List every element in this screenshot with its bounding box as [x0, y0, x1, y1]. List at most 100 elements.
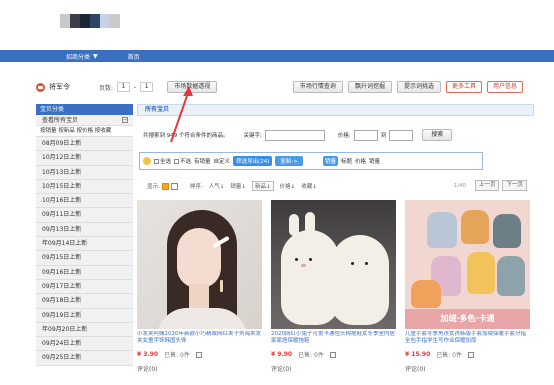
- product-checkbox[interactable]: [329, 351, 336, 358]
- sort-price[interactable]: 价格↓: [280, 182, 296, 190]
- product-sold: 已售: 0件: [164, 352, 190, 359]
- page-info: 1/40: [453, 182, 466, 189]
- brand: 将军令: [36, 82, 98, 92]
- product-comments[interactable]: 评论(0): [137, 364, 262, 373]
- product-sold: 已售: 0件: [298, 352, 324, 359]
- keyword-input[interactable]: [264, 129, 325, 141]
- product-title[interactable]: 小发夹阿姨2020年新款小巧精致网红夹子刘海夹发夹女童手饰韩国头饰: [137, 331, 262, 347]
- brand-logo-icon: [36, 82, 45, 92]
- sort-popularity[interactable]: 人气↓: [209, 182, 225, 190]
- product-image[interactable]: [137, 200, 262, 329]
- sidebar-item[interactable]: 09月11日上新: [36, 208, 133, 223]
- sidebar-item[interactable]: 08月09日上新: [36, 137, 133, 152]
- page-label: 页数:: [99, 84, 114, 92]
- product-title[interactable]: 2020网红小兔子可爱卡通包头棉拖鞋女冬季室内居家家居保暖拖鞋: [271, 331, 396, 347]
- product-title[interactable]: 儿童手套冬季男孩女孩韩版手套加绒保暖手套分指全包手指学生写作业保暖加厚: [405, 331, 530, 347]
- sort-label: 排序:: [189, 184, 203, 190]
- toolbar-right: 市场行情查询 飘升词挖掘 提示词挑选 更多工具 用户信息: [292, 81, 523, 93]
- product-price: ¥ 9.90: [271, 351, 293, 358]
- category-sidebar: 宝贝分类 查看所有宝贝 − 按销量 按新品 按价格 按收藏 08月09日上新 1…: [36, 104, 133, 385]
- annotation-arrow: [170, 86, 193, 143]
- next-page-button[interactable]: 下一页: [502, 180, 527, 191]
- market-query-button[interactable]: 市场行情查询: [292, 81, 343, 93]
- title-option[interactable]: 标题: [341, 157, 352, 165]
- sidebar-item[interactable]: 09月18日上新: [36, 294, 133, 309]
- main-panel: 所有宝贝 共搜索到 949 个符合条件的商品。 关键字: 价格: 到 搜索 全选…: [137, 104, 534, 385]
- sort-sales[interactable]: 销量↓: [230, 182, 246, 190]
- product-comments[interactable]: 评论(0): [271, 364, 396, 373]
- sidebar-item[interactable]: 10月13日上新: [36, 165, 133, 180]
- search-button[interactable]: 搜索: [422, 129, 453, 141]
- display-label: 显示:: [147, 184, 160, 190]
- sidebar-header: 宝贝分类: [36, 104, 133, 115]
- brand-name: 将军令: [49, 83, 70, 91]
- keyword-mining-button[interactable]: 飘升词挖掘: [347, 81, 392, 93]
- product-card[interactable]: 小发夹阿姨2020年新款小巧精致网红夹子刘海夹发夹女童手饰韩国头饰 ¥ 3.90…: [137, 200, 262, 385]
- sidebar-sort-links[interactable]: 按销量 按新品 按价格 按收藏: [36, 126, 133, 137]
- sidebar-all-items[interactable]: 查看所有宝贝 −: [36, 115, 133, 126]
- emoji-icon: [143, 157, 151, 165]
- site-logo: [60, 14, 120, 28]
- price-max-input[interactable]: [389, 129, 414, 141]
- sidebar-item[interactable]: 10月12日上新: [36, 151, 133, 166]
- custom-link[interactable]: 自定义: [214, 157, 231, 165]
- sidebar-item[interactable]: 年09月14日上新: [36, 237, 133, 252]
- sidebar-item[interactable]: 09月19日上新: [36, 308, 133, 323]
- sort-favorites[interactable]: 收藏↓: [301, 182, 317, 190]
- has-sales-link[interactable]: 有销量: [194, 157, 211, 165]
- nav-home-link[interactable]: 首页: [128, 52, 140, 61]
- page-separator: -: [134, 83, 137, 91]
- user-info-button[interactable]: 用户信息: [486, 81, 523, 93]
- price-label: 价格:: [337, 133, 351, 139]
- sidebar-item[interactable]: 年09月20日上新: [36, 322, 133, 338]
- top-nav-bar: 招商分类 ▼ 首页: [0, 50, 554, 62]
- product-image[interactable]: 加绒·多色·卡通: [405, 200, 530, 329]
- keyword-select-button[interactable]: 提示词挑选: [396, 81, 441, 93]
- export-button[interactable]: 筛选导出(24): [233, 156, 273, 166]
- price-row: ¥ 9.90 已售: 0件: [271, 350, 396, 359]
- sidebar-item[interactable]: 09月25日上新: [36, 351, 133, 366]
- grid-view-icon[interactable]: [161, 182, 169, 190]
- select-all-link[interactable]: 全选: [154, 157, 171, 165]
- product-image[interactable]: [271, 200, 396, 329]
- product-sold: 已售: 0件: [436, 352, 462, 359]
- sales-toggle[interactable]: 销量: [322, 156, 338, 166]
- chevron-down-icon: ▼: [93, 52, 98, 60]
- product-checkbox[interactable]: [195, 351, 202, 358]
- sidebar-item[interactable]: 09月13日上新: [36, 222, 133, 238]
- product-checkbox[interactable]: [468, 351, 474, 358]
- price-row: ¥ 3.90 已售: 0件: [137, 350, 262, 359]
- product-card[interactable]: 2020网红小兔子可爱卡通包头棉拖鞋女冬季室内居家家居保暖拖鞋 ¥ 9.90 已…: [271, 200, 396, 385]
- sidebar-item[interactable]: 10月15日上新: [36, 179, 133, 195]
- product-banner: 加绒·多色·卡通: [405, 309, 530, 329]
- product-price: ¥ 3.90: [137, 351, 159, 358]
- sidebar-item[interactable]: 09月15日上新: [36, 251, 133, 266]
- filter-bar: 全选 不选 有销量 自定义 筛选导出(24) 复制-> 销量 标题 价格 销量: [139, 152, 483, 170]
- sort-new[interactable]: 新品↓: [251, 181, 274, 191]
- price-row: ¥ 15.90 已售: 0件: [405, 350, 530, 359]
- toolbar: 将军令 页数: 1 - 1 市场数据透视 市场行情查询 飘升词挖掘 提示词挑选 …: [36, 77, 523, 97]
- list-view-icon[interactable]: [170, 182, 178, 190]
- product-comments[interactable]: 评论(0): [405, 364, 530, 373]
- nav-category-menu[interactable]: 招商分类 ▼: [66, 52, 98, 61]
- keyword-label: 关键字:: [243, 133, 262, 139]
- sidebar-item[interactable]: 09月24日上新: [36, 337, 133, 352]
- product-card[interactable]: 加绒·多色·卡通 儿童手套冬季男孩女孩韩版手套加绒保暖手套分指全包手指学生写作业…: [405, 200, 530, 385]
- sidebar-item[interactable]: 09月17日上新: [36, 279, 133, 295]
- page-from-input[interactable]: 1: [117, 82, 131, 92]
- sidebar-item[interactable]: 10月16日上新: [36, 194, 133, 209]
- collapse-icon[interactable]: −: [122, 117, 128, 123]
- sort-row: 显示: 排序: 人气↓ 销量↓ 新品↓ 价格↓ 收藏↓ 1/40 上一页 下一页: [147, 180, 533, 192]
- select-none-link[interactable]: 不选: [174, 157, 191, 165]
- sales-option[interactable]: 销量: [369, 157, 380, 165]
- prev-page-button[interactable]: 上一页: [474, 180, 500, 191]
- price-to-label: 到: [380, 133, 387, 139]
- price-min-input[interactable]: [353, 129, 378, 141]
- copy-button[interactable]: 复制->: [275, 156, 303, 166]
- app-window: 招商分类 ▼ 首页 将军令 页数: 1 - 1 市场数据透视 市场行情查询 飘升…: [0, 0, 554, 385]
- pagination: 1/40 上一页 下一页: [454, 180, 527, 191]
- more-tools-button[interactable]: 更多工具: [445, 81, 482, 93]
- price-option[interactable]: 价格: [355, 157, 366, 165]
- sidebar-item[interactable]: 09月16日上新: [36, 265, 133, 280]
- page-to-input[interactable]: 1: [140, 82, 154, 92]
